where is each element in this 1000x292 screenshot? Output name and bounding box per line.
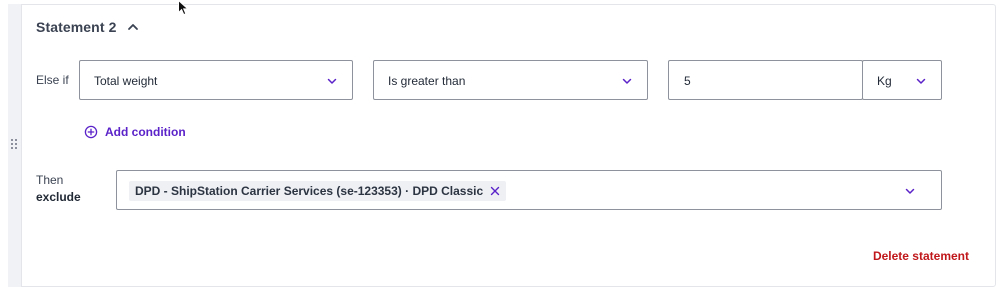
plus-circle-icon <box>84 125 98 139</box>
close-icon[interactable] <box>490 186 500 196</box>
add-condition-label: Add condition <box>105 125 186 139</box>
operator-select[interactable]: Is greater than <box>373 60 648 100</box>
chevron-down-icon <box>622 78 632 84</box>
exclude-label: exclude <box>36 190 81 204</box>
chevron-down-icon <box>327 78 337 84</box>
delete-statement-button[interactable]: Delete statement <box>873 249 969 263</box>
value-input[interactable]: 5 <box>668 60 863 100</box>
field-select-value: Total weight <box>94 74 158 88</box>
chevron-down-icon <box>905 188 915 194</box>
statement-card <box>8 4 996 287</box>
else-if-label: Else if <box>36 73 69 87</box>
selected-carrier-chip: DPD - ShipStation Carrier Services (se-1… <box>129 181 507 201</box>
then-label: Then <box>36 173 64 187</box>
mouse-cursor-icon <box>178 0 189 16</box>
add-condition-button[interactable]: Add condition <box>84 124 186 140</box>
chevron-down-icon <box>916 78 926 84</box>
drag-handle-icon[interactable] <box>11 139 21 153</box>
field-select[interactable]: Total weight <box>79 60 353 100</box>
unit-select-value: Kg <box>877 74 892 88</box>
chevron-up-icon[interactable] <box>127 21 139 33</box>
value-input-text: 5 <box>684 74 691 88</box>
operator-select-value: Is greater than <box>388 74 466 88</box>
unit-select[interactable]: Kg <box>862 60 942 100</box>
selected-carrier-label: DPD - ShipStation Carrier Services (se-1… <box>135 184 484 198</box>
statement-title: Statement 2 <box>36 19 117 35</box>
